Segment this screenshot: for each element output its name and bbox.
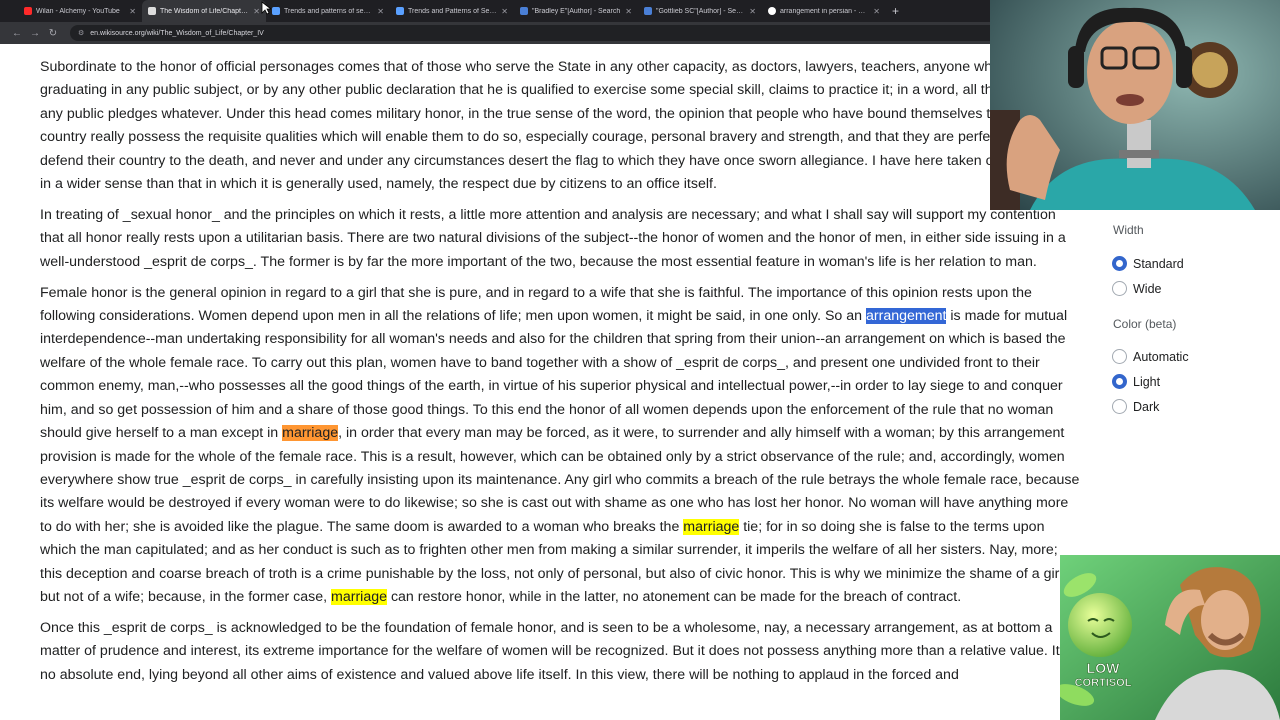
tab-title: "Bradley E"[Author] - Search bbox=[532, 7, 621, 15]
color-option-dark[interactable]: Dark bbox=[1112, 399, 1159, 414]
option-label: Light bbox=[1133, 374, 1161, 389]
close-icon[interactable]: ✕ bbox=[253, 7, 260, 16]
pubmed-icon bbox=[520, 7, 528, 15]
tab-title: The Wisdom of Life/Chapter IV bbox=[160, 7, 250, 15]
video-thumbnail-overlay: LOW CORTISOL bbox=[1060, 555, 1280, 720]
tab-title: Trends and patterns of sexual bbox=[284, 7, 374, 15]
paragraph-sexual-honor: In treating of _sexual honor_ and the pr… bbox=[40, 206, 1066, 270]
color-option-automatic[interactable]: Automatic bbox=[1112, 349, 1189, 364]
tab-youtube[interactable]: Wilan - Alchemy - YouTube ✕ bbox=[18, 0, 142, 22]
radio-icon[interactable] bbox=[1112, 281, 1127, 296]
url-field[interactable]: ⚙ en.wikisource.org/wiki/The_Wisdom_of_L… bbox=[70, 25, 1010, 41]
youtube-icon bbox=[24, 7, 32, 15]
radio-selected-icon[interactable] bbox=[1112, 256, 1127, 271]
browser-window: Wilan - Alchemy - YouTube ✕ The Wisdom o… bbox=[0, 0, 1280, 720]
low-cortisol-thumbnail-image: LOW CORTISOL bbox=[1060, 555, 1280, 720]
option-label: Automatic bbox=[1133, 349, 1189, 364]
page-icon bbox=[396, 7, 404, 15]
forward-icon[interactable]: → bbox=[26, 28, 44, 39]
tab-trends-2[interactable]: Trends and Patterns of Sexual ✕ bbox=[390, 0, 514, 22]
close-icon[interactable]: ✕ bbox=[749, 7, 756, 16]
option-label: Dark bbox=[1133, 399, 1160, 414]
page-icon bbox=[272, 7, 280, 15]
tab-gottlieb-search[interactable]: "Gottlieb SC"[Author] - Search ✕ bbox=[638, 0, 762, 22]
close-icon[interactable]: ✕ bbox=[625, 7, 632, 16]
width-option-wide[interactable]: Wide bbox=[1112, 281, 1161, 296]
close-icon[interactable]: ✕ bbox=[377, 7, 384, 16]
wikisource-icon bbox=[148, 7, 156, 15]
width-heading: Width bbox=[1113, 223, 1144, 237]
close-icon[interactable]: ✕ bbox=[129, 7, 136, 16]
streamer-webcam-image bbox=[990, 0, 1280, 210]
active-search-match: marriage bbox=[282, 425, 339, 442]
tab-title: arrangement in persian - Goog bbox=[780, 7, 870, 15]
site-info-icon[interactable]: ⚙ bbox=[78, 29, 84, 37]
option-label: Standard bbox=[1133, 256, 1184, 271]
thumbnail-line-1: LOW bbox=[1087, 660, 1120, 676]
color-option-light[interactable]: Light bbox=[1112, 374, 1160, 389]
tab-title: Trends and Patterns of Sexual bbox=[408, 7, 498, 15]
width-option-standard[interactable]: Standard bbox=[1112, 256, 1184, 271]
selected-search-match: arrangement bbox=[866, 308, 947, 325]
text-run: can restore honor, while in the latter, … bbox=[387, 588, 962, 605]
article-body: Subordinate to the honor of official per… bbox=[40, 56, 1080, 695]
tab-bradley-search[interactable]: "Bradley E"[Author] - Search ✕ bbox=[514, 0, 638, 22]
tab-google-search[interactable]: arrangement in persian - Goog ✕ bbox=[762, 0, 886, 22]
color-heading: Color (beta) bbox=[1113, 317, 1177, 331]
tab-trends-1[interactable]: Trends and patterns of sexual ✕ bbox=[266, 0, 390, 22]
close-icon[interactable]: ✕ bbox=[501, 7, 508, 16]
radio-selected-icon[interactable] bbox=[1112, 374, 1127, 389]
search-match: marriage bbox=[331, 588, 387, 605]
url-text: en.wikisource.org/wiki/The_Wisdom_of_Lif… bbox=[90, 29, 264, 37]
paragraph-official-honor: Subordinate to the honor of official per… bbox=[40, 59, 1078, 193]
webcam-overlay bbox=[990, 0, 1280, 210]
pubmed-icon bbox=[644, 7, 652, 15]
tab-title: "Gottlieb SC"[Author] - Search bbox=[656, 7, 746, 15]
close-icon[interactable]: ✕ bbox=[873, 7, 880, 16]
appearance-panel: Width Standard Wide Color (beta) Automat… bbox=[1098, 212, 1280, 442]
google-icon bbox=[768, 7, 776, 15]
text-run: is made for mutual interdependence--man … bbox=[40, 308, 1068, 442]
mouse-cursor-icon bbox=[261, 1, 271, 15]
new-tab-button[interactable]: + bbox=[892, 4, 899, 18]
search-match: marriage bbox=[683, 518, 740, 535]
radio-icon[interactable] bbox=[1112, 399, 1127, 414]
tab-wisdom-of-life[interactable]: The Wisdom of Life/Chapter IV ✕ bbox=[142, 0, 266, 22]
thumbnail-line-2: CORTISOL bbox=[1075, 677, 1132, 689]
paragraph-esprit-de-corps: Once this _esprit de corps_ is acknowled… bbox=[40, 619, 1074, 683]
tab-title: Wilan - Alchemy - YouTube bbox=[36, 7, 120, 15]
paragraph-female-honor: Female honor is the general opinion in r… bbox=[40, 282, 1080, 610]
back-icon[interactable]: ← bbox=[8, 28, 26, 39]
radio-icon[interactable] bbox=[1112, 349, 1127, 364]
option-label: Wide bbox=[1133, 281, 1162, 296]
reload-icon[interactable]: ↻ bbox=[44, 28, 62, 39]
